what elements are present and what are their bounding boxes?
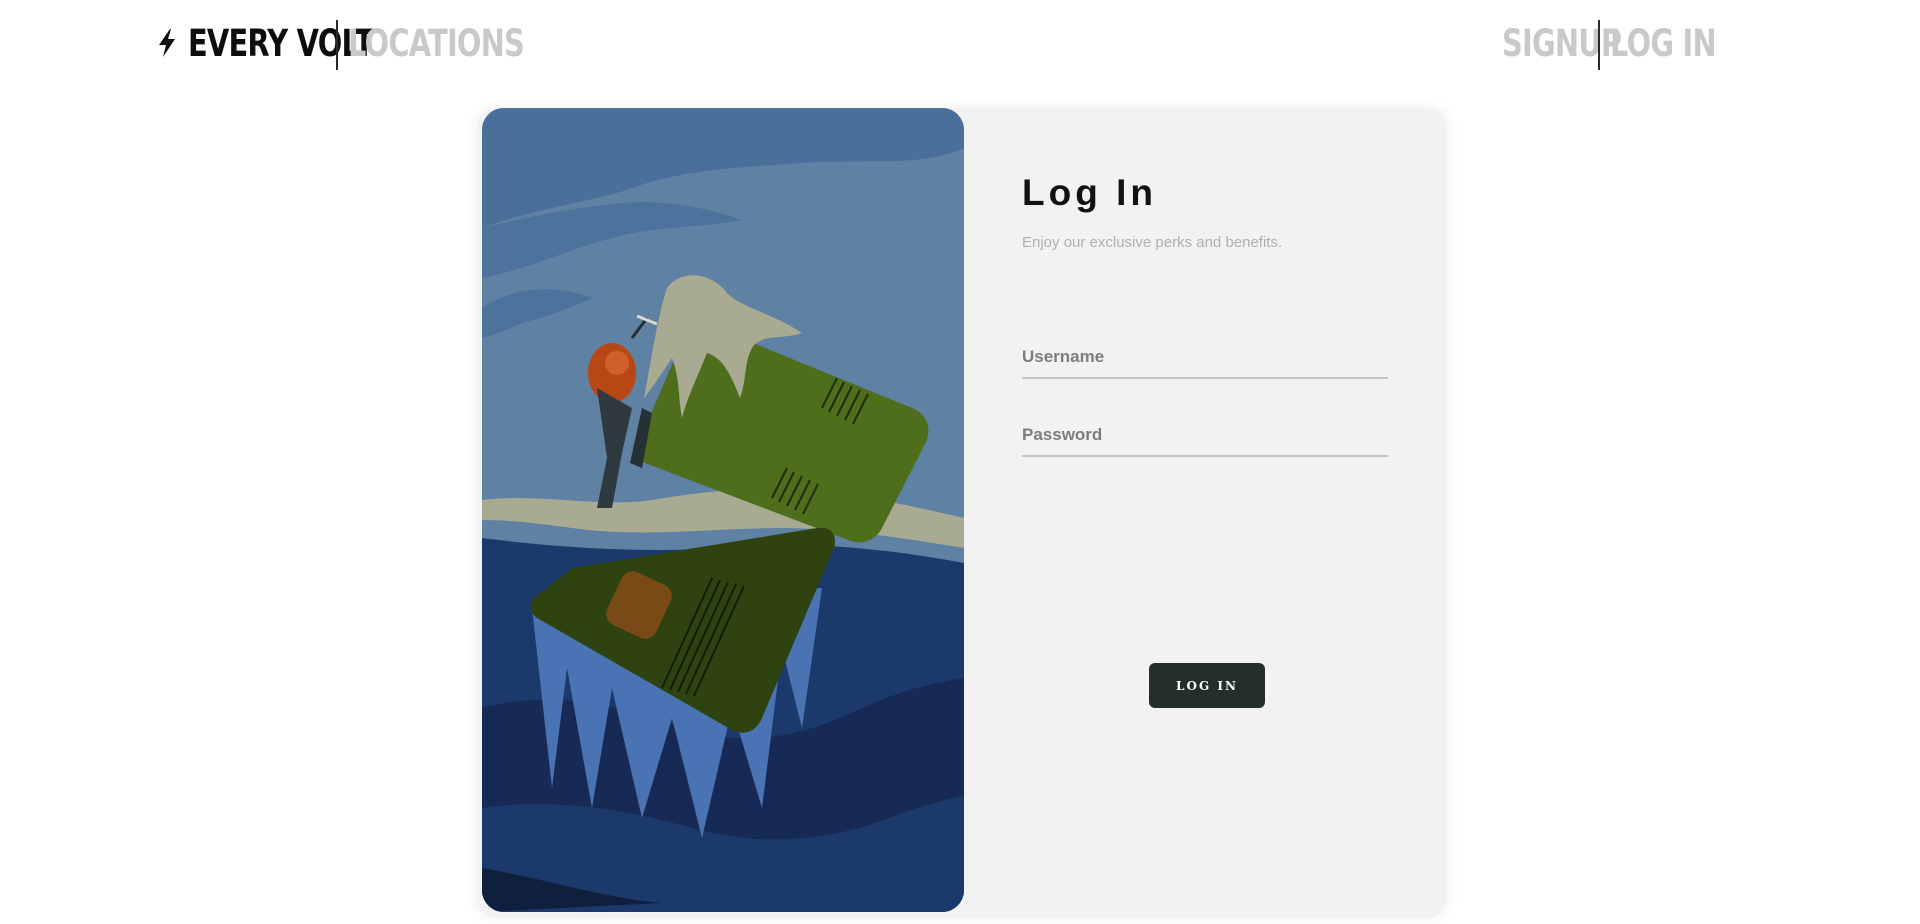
illustration-image	[482, 108, 964, 912]
nav-divider-right	[1598, 20, 1600, 70]
login-submit-button[interactable]: LOG IN	[1149, 663, 1265, 708]
page-title: Log In	[1022, 172, 1157, 213]
login-nav-link[interactable]: LOG IN	[1610, 22, 1717, 65]
password-input[interactable]	[1022, 415, 1388, 457]
lightning-bolt-icon	[159, 29, 175, 57]
username-input[interactable]	[1022, 337, 1388, 379]
page-subtitle: Enjoy our exclusive perks and benefits.	[1022, 234, 1283, 251]
frozen-credit-card-illustration	[482, 108, 964, 912]
brand-name: EVERY VOLT	[188, 21, 374, 65]
nav-divider	[336, 20, 338, 70]
top-navigation-bar: EVERY VOLT LOCATIONS SIGNUP LOG IN	[0, 0, 1920, 90]
locations-link[interactable]: LOCATIONS	[348, 22, 525, 65]
signup-link[interactable]: SIGNUP	[1502, 22, 1622, 65]
